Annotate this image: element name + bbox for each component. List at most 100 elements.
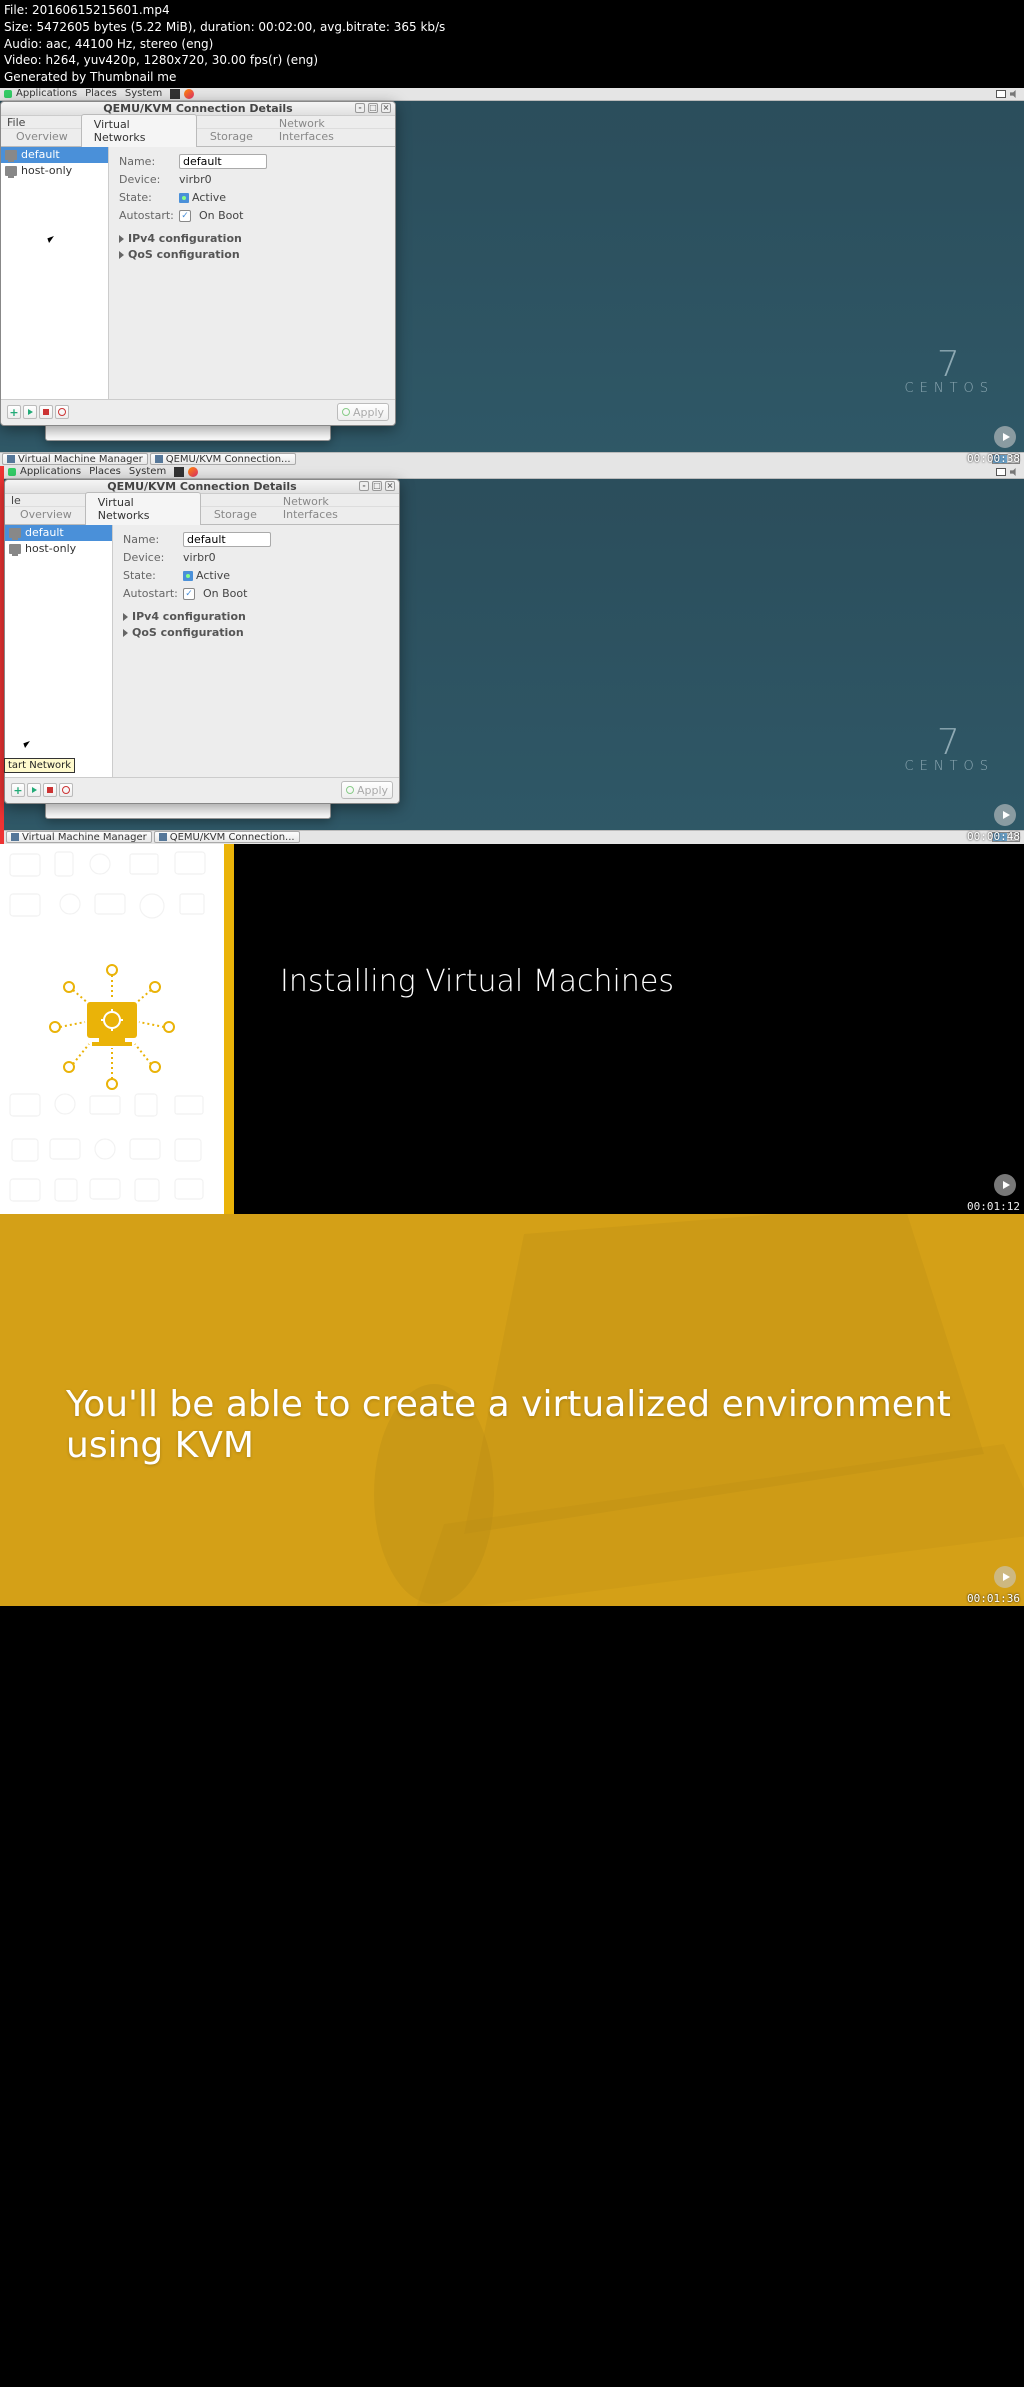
video-play-overlay-button[interactable] (994, 1174, 1016, 1196)
video-play-overlay-button[interactable] (994, 1566, 1016, 1588)
meta-audio: Audio: aac, 44100 Hz, stereo (eng) (4, 36, 1020, 53)
centos-wallpaper-logo: 7 CENTOS (905, 722, 994, 774)
system-menu[interactable]: System (125, 88, 162, 99)
autostart-checkbox[interactable] (183, 588, 195, 600)
dialog-footer-toolbar: Apply (1, 399, 395, 425)
terminal-launcher-icon[interactable] (174, 467, 184, 477)
tab-overview[interactable]: Overview (3, 126, 81, 146)
meta-generated: Generated by Thumbnail me (4, 69, 1020, 86)
minimize-button[interactable]: ‐ (359, 481, 369, 491)
video-play-overlay-button[interactable] (994, 426, 1016, 448)
close-button[interactable]: × (381, 103, 391, 113)
autostart-checkbox[interactable] (179, 210, 191, 222)
tab-overview[interactable]: Overview (7, 504, 85, 524)
firefox-launcher-icon[interactable] (188, 467, 198, 477)
firefox-launcher-icon[interactable] (184, 89, 194, 99)
mouse-cursor (48, 237, 58, 251)
taskbar-connection-details[interactable]: QEMU/KVM Connection... (150, 453, 296, 465)
centos-version: 7 (905, 722, 994, 763)
tab-virtual-networks[interactable]: Virtual Networks (85, 492, 201, 525)
terminal-launcher-icon[interactable] (170, 89, 180, 99)
taskbar-vmm[interactable]: Virtual Machine Manager (6, 831, 152, 843)
virtualization-hero-icon (37, 952, 187, 1106)
tab-virtual-networks[interactable]: Virtual Networks (81, 114, 197, 147)
dialog-titlebar[interactable]: QEMU/KVM Connection Details ‐ □ × (5, 480, 399, 494)
network-item-default[interactable]: default (1, 147, 108, 163)
tab-storage[interactable]: Storage (197, 126, 266, 146)
stop-network-button[interactable] (43, 783, 57, 797)
activities-icon[interactable] (4, 90, 12, 98)
centos-name: CENTOS (905, 759, 994, 774)
close-button[interactable]: × (385, 481, 395, 491)
video-metadata-header: File: 20160615215601.mp4 Size: 5472605 b… (0, 0, 1024, 88)
system-menu[interactable]: System (129, 466, 166, 477)
network-item-default[interactable]: default (5, 525, 112, 541)
activities-icon[interactable] (8, 468, 16, 476)
network-list: default host-only (5, 525, 113, 777)
meta-file: File: 20160615215601.mp4 (4, 2, 1020, 19)
connection-details-dialog: QEMU/KVM Connection Details ‐ □ × File O… (0, 101, 396, 426)
tab-network-interfaces[interactable]: Network Interfaces (270, 491, 399, 524)
applications-menu[interactable]: Applications (16, 88, 77, 99)
apply-button[interactable]: Apply (341, 781, 393, 799)
add-network-button[interactable] (7, 405, 21, 419)
centos-name: CENTOS (905, 381, 994, 396)
label-state: State: (119, 191, 171, 204)
label-autostart: Autostart: (123, 587, 175, 600)
gnome-top-panel: Applications Places System (0, 88, 1024, 101)
state-value: Active (192, 191, 226, 204)
meta-video: Video: h264, yuv420p, 1280x720, 30.00 fp… (4, 52, 1020, 69)
expand-triangle-icon (123, 629, 128, 637)
ipv4-config-expander[interactable]: IPv4 configuration (123, 609, 389, 625)
places-menu[interactable]: Places (89, 466, 121, 477)
stop-network-button[interactable] (39, 405, 53, 419)
ipv4-config-expander[interactable]: IPv4 configuration (119, 231, 385, 247)
taskbar-connection-details[interactable]: QEMU/KVM Connection... (154, 831, 300, 843)
gnome-top-panel: Applications Places System (4, 466, 1024, 479)
label-device: Device: (123, 551, 175, 564)
volume-icon[interactable] (1010, 90, 1018, 98)
qos-config-expander[interactable]: QoS configuration (123, 625, 389, 641)
expand-triangle-icon (123, 613, 128, 621)
autostart-value: On Boot (199, 209, 243, 222)
volume-icon[interactable] (1010, 468, 1018, 476)
tab-network-interfaces[interactable]: Network Interfaces (266, 113, 395, 146)
centos-version: 7 (905, 344, 994, 385)
timestamp: 00:00:48 (967, 830, 1020, 843)
delete-network-button[interactable] (59, 783, 73, 797)
tab-storage[interactable]: Storage (201, 504, 270, 524)
delete-network-button[interactable] (55, 405, 69, 419)
start-network-button[interactable] (27, 783, 41, 797)
video-play-overlay-button[interactable] (994, 804, 1016, 826)
network-details-pane: Name: Device: virbr0 State: Active Autos… (109, 147, 395, 399)
taskbar-vmm[interactable]: Virtual Machine Manager (2, 453, 148, 465)
places-menu[interactable]: Places (85, 88, 117, 99)
device-value: virbr0 (183, 551, 216, 564)
network-item-hostonly[interactable]: host-only (5, 541, 112, 557)
dialog-titlebar[interactable]: QEMU/KVM Connection Details ‐ □ × (1, 102, 395, 116)
name-input[interactable] (183, 532, 271, 547)
dialog-tab-strip: Overview Virtual Networks Storage Networ… (1, 129, 395, 147)
network-item-hostonly[interactable]: host-only (1, 163, 108, 179)
network-name-hostonly: host-only (21, 164, 72, 177)
network-icon (9, 528, 21, 538)
start-network-button[interactable] (23, 405, 37, 419)
maximize-button[interactable]: □ (372, 481, 382, 491)
slide-title-area: Installing Virtual Machines (234, 844, 1024, 1214)
add-network-button[interactable] (11, 783, 25, 797)
minimize-button[interactable]: ‐ (355, 103, 365, 113)
name-input[interactable] (179, 154, 267, 169)
network-status-icon[interactable] (996, 90, 1006, 98)
network-status-icon[interactable] (996, 468, 1006, 476)
maximize-button[interactable]: □ (368, 103, 378, 113)
qos-config-expander[interactable]: QoS configuration (119, 247, 385, 263)
apply-check-icon (346, 786, 354, 794)
apply-button[interactable]: Apply (337, 403, 389, 421)
applications-menu[interactable]: Applications (20, 466, 81, 477)
label-device: Device: (119, 173, 171, 186)
network-icon (9, 544, 21, 554)
slide-icon-column (0, 844, 224, 1214)
gnome-taskbar: Virtual Machine Manager QEMU/KVM Connect… (0, 452, 1024, 466)
label-name: Name: (119, 155, 171, 168)
label-autostart: Autostart: (119, 209, 171, 222)
